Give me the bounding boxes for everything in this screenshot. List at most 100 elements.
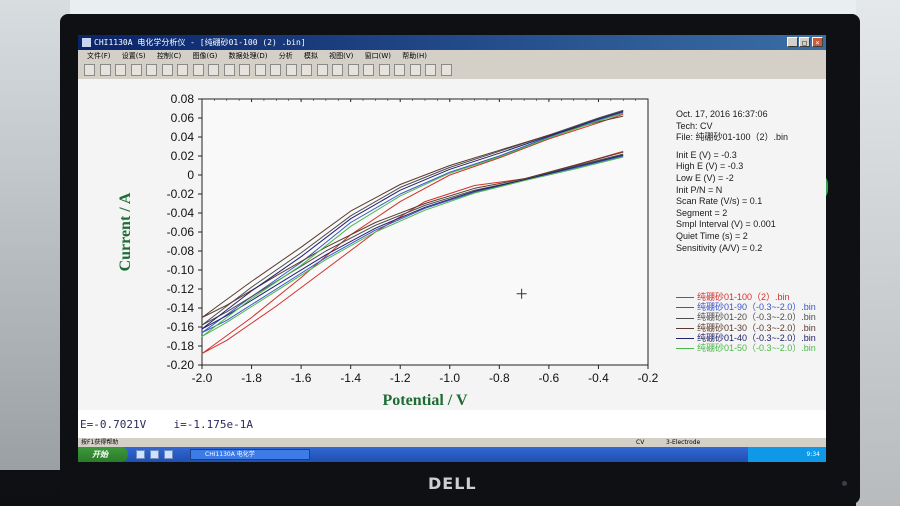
menu-window[interactable]: 窗口(W) (365, 50, 391, 62)
pause-icon[interactable] (192, 64, 204, 76)
legend-item: 纯硼砂01-100（2）.bin (676, 292, 816, 302)
zoom-icon[interactable] (270, 64, 281, 76)
param-scan-rate: Scan Rate (V/s) = 0.1 (676, 196, 763, 207)
smooth-icon[interactable] (347, 64, 359, 76)
y-tick-label: -0.06 (167, 225, 195, 239)
derivative-icon[interactable] (363, 64, 374, 76)
overlay-icon[interactable] (285, 64, 297, 76)
system-tray: 9:34 (748, 447, 826, 462)
legend-label: 纯硼砂01-20（-0.3~-2.0）.bin (697, 312, 816, 323)
maximize-button[interactable]: □ (799, 37, 810, 47)
y-tick-label: -0.12 (167, 282, 195, 296)
parameters-icon[interactable] (161, 64, 173, 76)
title-bar: CHI1130A 电化学分析仪 - [纯硼砂01-100 (2) .bin] _… (78, 35, 826, 50)
x-axis-label: Potential / V (382, 392, 467, 409)
legend-item: 纯硼砂01-50（-0.3~-2.0）.bin (676, 343, 816, 353)
menu-control[interactable]: 控制(C) (157, 50, 181, 62)
stop-icon[interactable] (208, 64, 219, 76)
x-tick-label: -0.6 (539, 371, 560, 385)
help-icon[interactable] (440, 64, 452, 76)
legend-swatch (676, 297, 694, 299)
legend: 纯硼砂01-100（2）.bin 纯硼砂01-90（-0.3~-2.0）.bin 纯… (676, 292, 816, 353)
y-tick-label: -0.08 (167, 244, 195, 258)
quicklaunch-desktop-icon[interactable] (150, 450, 159, 459)
graph-icon[interactable] (316, 64, 328, 76)
run-icon[interactable] (177, 64, 188, 76)
menu-data-proc[interactable]: 数据处理(D) (229, 50, 268, 62)
reverse-icon[interactable] (223, 64, 235, 76)
x-tick-label: -0.2 (638, 371, 659, 385)
info-panel: Oct. 17, 2016 16:37:06 Tech: CV File: 纯硼… (676, 109, 788, 254)
menu-graphics[interactable]: 图像(G) (192, 50, 217, 62)
param-init-e: Init E (V) = -0.3 (676, 149, 737, 160)
readout-potential: E=-0.7021V (80, 418, 147, 431)
integrate-icon[interactable] (378, 64, 390, 76)
x-tick-label: -1.6 (291, 371, 312, 385)
y-tick-label: 0.02 (171, 149, 195, 163)
peak-icon[interactable] (409, 64, 421, 76)
menu-sim[interactable]: 模拟 (304, 50, 318, 62)
param-segment: Segment = 2 (676, 207, 728, 218)
quicklaunch-ie-icon[interactable] (136, 450, 145, 459)
menu-help[interactable]: 帮助(H) (402, 50, 427, 62)
param-init-pn: Init P/N = N (676, 184, 723, 195)
param-high-e: High E (V) = -0.3 (676, 161, 744, 172)
print-icon[interactable] (130, 64, 142, 76)
y-tick-label: -0.10 (167, 263, 195, 277)
menu-view[interactable]: 视图(V) (329, 50, 353, 62)
y-axis-label: Current / A (117, 192, 134, 271)
legend-swatch (676, 337, 694, 339)
plot-frame (201, 98, 649, 366)
y-tick-label: -0.04 (167, 206, 195, 220)
menu-file[interactable]: 文件(F) (87, 50, 111, 62)
param-sensitivity: Sensitivity (A/V) = 0.2 (676, 242, 763, 253)
add-icon[interactable] (301, 64, 312, 76)
y-tick-label: -0.20 (167, 358, 195, 372)
close-button[interactable]: × (812, 37, 823, 47)
x-tick-label: -1.4 (340, 371, 361, 385)
taskbar-item-chi[interactable]: CHI1130A 电化学 (190, 449, 310, 460)
monitor-logo: DELL (428, 474, 477, 493)
y-tick-label: 0.08 (171, 92, 195, 106)
save-icon[interactable] (115, 64, 126, 76)
menu-bar: 文件(F) 设置(S) 控制(C) 图像(G) 数据处理(D) 分析 模拟 视图… (78, 50, 826, 62)
filter-icon[interactable] (254, 64, 266, 76)
info-date: Oct. 17, 2016 16:37:06 (676, 109, 768, 119)
legend-label: 纯硼砂01-90（-0.3~-2.0）.bin (697, 302, 816, 313)
info-file: File: 纯硼砂01-100（2）.bin (676, 132, 789, 143)
taskbar: 开始 CHI1130A 电化学 9:34 (78, 447, 826, 462)
quicklaunch-media-icon[interactable] (164, 450, 173, 459)
readout-current: i=-1.175e-1A (173, 418, 253, 431)
legend-item: 纯硼砂01-20（-0.3~-2.0）.bin (676, 312, 816, 322)
legend-label: 纯硼砂01-30（-0.3~-2.0）.bin (697, 322, 816, 333)
open-icon[interactable] (99, 64, 111, 76)
technique-icon[interactable] (146, 64, 157, 76)
legend-label: 纯硼砂01-40（-0.3~-2.0）.bin (697, 332, 816, 343)
start-button[interactable]: 开始 (78, 447, 128, 462)
y-tick-label: 0 (187, 168, 194, 182)
ir-comp-icon[interactable] (239, 64, 250, 76)
y-tick-label: 0.06 (171, 111, 195, 125)
x-tick-label: -2.0 (192, 371, 213, 385)
y-tick-label: -0.16 (167, 320, 195, 334)
minimize-button[interactable]: _ (787, 37, 798, 47)
legend-swatch (676, 317, 694, 319)
clock: 9:34 (806, 451, 820, 458)
baseline-icon[interactable] (394, 64, 405, 76)
y-tick-label: -0.18 (167, 339, 195, 353)
power-led (842, 481, 847, 486)
legend-label: 纯硼砂01-100（2）.bin (697, 292, 790, 302)
new-icon[interactable] (84, 64, 95, 76)
y-tick-label: -0.02 (167, 187, 195, 201)
color-icon[interactable] (332, 64, 343, 76)
data-list-icon[interactable] (425, 64, 436, 76)
legend-swatch (676, 348, 694, 350)
legend-label: 纯硼砂01-50（-0.3~-2.0）.bin (697, 342, 816, 353)
y-tick-label: -0.14 (167, 301, 195, 315)
menu-setup[interactable]: 设置(S) (122, 50, 146, 62)
toolbar (78, 62, 826, 80)
screen: CHI1130A 电化学分析仪 - [纯硼砂01-100 (2) .bin] _… (78, 35, 826, 462)
menu-analysis[interactable]: 分析 (279, 50, 293, 62)
legend-swatch (676, 307, 694, 309)
room-wall-right (856, 0, 900, 506)
